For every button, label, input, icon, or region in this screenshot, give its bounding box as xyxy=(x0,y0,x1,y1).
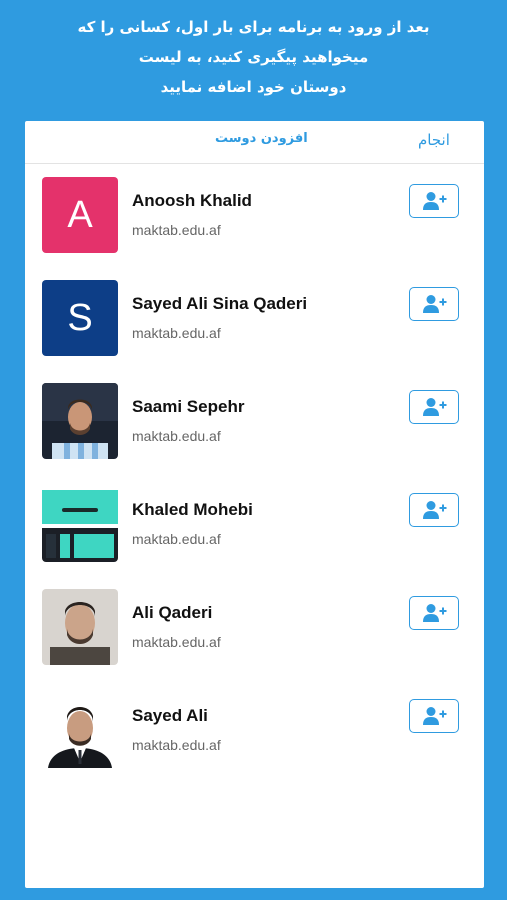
user-domain: maktab.edu.af xyxy=(132,325,221,341)
list-item: Ali Qaderi maktab.edu.af xyxy=(25,576,484,679)
avatar-photo xyxy=(42,486,118,562)
avatar xyxy=(42,383,118,459)
add-friend-button[interactable] xyxy=(409,390,459,424)
list-item: S Sayed Ali Sina Qaderi maktab.edu.af xyxy=(25,267,484,370)
list-item: A Anoosh Khalid maktab.edu.af xyxy=(25,164,484,267)
avatar xyxy=(42,486,118,562)
add-friend-button[interactable] xyxy=(409,184,459,218)
avatar: A xyxy=(42,177,118,253)
user-name: Anoosh Khalid xyxy=(132,191,252,210)
intro-line: بعد از ورود به برنامه برای بار اول، کسان… xyxy=(77,18,430,36)
avatar xyxy=(42,692,118,768)
done-button[interactable]: انجام xyxy=(418,131,450,149)
add-user-icon xyxy=(423,295,447,313)
user-domain: maktab.edu.af xyxy=(132,737,221,753)
add-friend-button[interactable] xyxy=(409,493,459,527)
card-header: افزودن دوست انجام xyxy=(25,121,484,164)
add-user-icon xyxy=(423,192,447,210)
add-friend-button[interactable] xyxy=(409,699,459,733)
avatar xyxy=(42,589,118,665)
add-user-icon xyxy=(423,604,447,622)
user-name: Khaled Mohebi xyxy=(132,500,253,519)
user-list: A Anoosh Khalid maktab.edu.af S Sayed Al… xyxy=(25,164,484,782)
add-user-icon xyxy=(423,501,447,519)
list-item: Khaled Mohebi maktab.edu.af xyxy=(25,473,484,576)
list-item: Sayed Ali maktab.edu.af xyxy=(25,679,484,782)
user-name: Saami Sepehr xyxy=(132,397,245,416)
intro-line: دوستان خود اضافه نمایید xyxy=(160,78,347,96)
user-domain: maktab.edu.af xyxy=(132,428,221,444)
add-user-icon xyxy=(423,398,447,416)
add-user-icon xyxy=(423,707,447,725)
user-domain: maktab.edu.af xyxy=(132,634,221,650)
avatar: S xyxy=(42,280,118,356)
add-friend-button[interactable] xyxy=(409,287,459,321)
user-name: Sayed Ali Sina Qaderi xyxy=(132,294,308,313)
add-friend-button[interactable] xyxy=(409,596,459,630)
avatar-photo xyxy=(42,692,118,768)
avatar-photo xyxy=(42,383,118,459)
list-item: Saami Sepehr maktab.edu.af xyxy=(25,370,484,473)
add-friends-card: افزودن دوست انجام A Anoosh Khalid maktab… xyxy=(25,121,484,888)
avatar-photo xyxy=(42,589,118,665)
page-title: افزودن دوست xyxy=(215,131,308,146)
user-domain: maktab.edu.af xyxy=(132,531,221,547)
user-name: Ali Qaderi xyxy=(132,603,213,622)
intro-line: میخواهید پیگیری کنید، به لیست xyxy=(138,48,369,66)
user-name: Sayed Ali xyxy=(132,706,208,725)
user-domain: maktab.edu.af xyxy=(132,222,221,238)
intro-text: بعد از ورود به برنامه برای بار اول، کسان… xyxy=(0,12,507,102)
